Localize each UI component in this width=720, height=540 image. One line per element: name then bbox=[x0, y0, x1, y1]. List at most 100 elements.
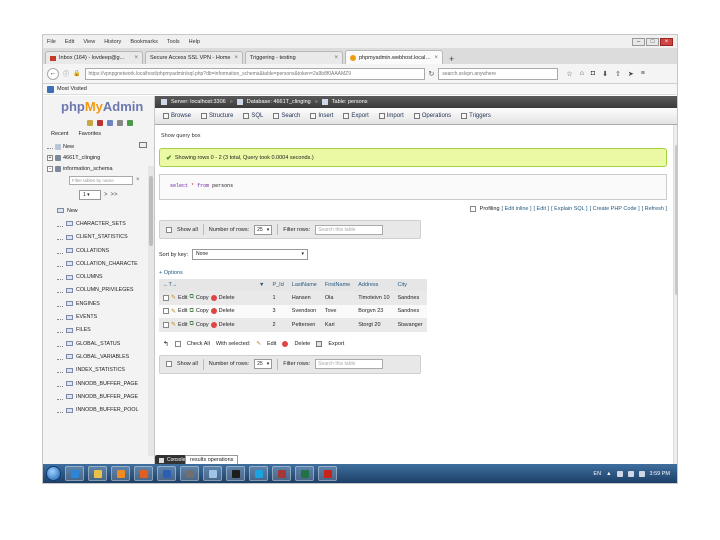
explain-sql-link[interactable]: [ Explain SQL ] bbox=[551, 206, 587, 212]
table-item[interactable]: INNODB_BUFFER_PAGE bbox=[53, 390, 154, 403]
close-tab-icon[interactable]: × bbox=[434, 55, 438, 61]
tree-item-db[interactable]: + 4661T_clinging bbox=[43, 152, 154, 163]
search-input[interactable]: search.sslvpn.anywhere bbox=[438, 67, 559, 80]
table-item[interactable]: CLIENT_STATISTICS bbox=[53, 231, 154, 244]
copy-icon[interactable]: ⧉ bbox=[190, 308, 194, 315]
tab-insert[interactable]: Insert bbox=[306, 108, 337, 125]
taskbar-app[interactable] bbox=[65, 466, 84, 481]
page-scrollbar[interactable] bbox=[673, 125, 677, 465]
table-item[interactable]: COLLATION_CHARACTE bbox=[53, 257, 154, 270]
sort-select[interactable]: None ▾ bbox=[192, 249, 309, 260]
menu-icon[interactable]: ≡ bbox=[641, 70, 645, 77]
table-item[interactable]: COLUMN_PRIVILEGES bbox=[53, 284, 154, 297]
taskbar-app[interactable] bbox=[88, 466, 107, 481]
column-header[interactable]: LastName bbox=[287, 279, 321, 291]
taskbar-app[interactable] bbox=[318, 466, 337, 481]
row-checkbox[interactable] bbox=[163, 308, 169, 315]
bulk-delete-button[interactable]: Delete bbox=[294, 341, 310, 347]
menu-edit[interactable]: Edit bbox=[65, 39, 74, 45]
menu-history[interactable]: History bbox=[104, 39, 121, 45]
back-home-icon[interactable]: ⇧ bbox=[615, 70, 621, 78]
pencil-icon[interactable]: ✎ bbox=[256, 341, 261, 347]
last-page-icon[interactable]: >> bbox=[111, 192, 118, 198]
tab-triggering[interactable]: Triggering - testing × bbox=[245, 51, 343, 64]
profiling-checkbox[interactable] bbox=[469, 206, 476, 212]
profiling-label[interactable]: Profiling bbox=[480, 206, 500, 212]
sort-arrow-header[interactable]: ▼ bbox=[255, 279, 269, 291]
table-item[interactable]: GLOBAL_VARIABLES bbox=[53, 350, 154, 363]
delete-link[interactable]: Delete bbox=[219, 308, 235, 314]
close-icon[interactable]: × bbox=[660, 37, 673, 46]
column-header[interactable]: FirstName bbox=[320, 279, 355, 291]
check-all-label[interactable]: Check All bbox=[187, 341, 210, 347]
taskbar-app[interactable] bbox=[295, 466, 314, 481]
copy-link[interactable]: Copy bbox=[196, 295, 209, 301]
recent-link[interactable]: Recent bbox=[51, 131, 68, 137]
close-tab-icon[interactable]: × bbox=[134, 55, 138, 61]
start-button[interactable] bbox=[46, 466, 61, 481]
edit-inline-link[interactable]: [ Edit inline ] bbox=[502, 206, 532, 212]
collapse-all-icon[interactable] bbox=[139, 142, 147, 150]
edit-link[interactable]: Edit bbox=[178, 308, 187, 314]
tab-triggers[interactable]: Triggers bbox=[457, 108, 495, 125]
show-all-checkbox[interactable] bbox=[166, 226, 172, 233]
home-icon[interactable] bbox=[87, 119, 93, 126]
refresh-link[interactable]: [ Refresh ] bbox=[642, 206, 667, 212]
pencil-icon[interactable]: ✎ bbox=[171, 294, 176, 301]
table-item[interactable]: COLLATIONS bbox=[53, 244, 154, 257]
send-icon[interactable]: ➤ bbox=[628, 70, 634, 78]
tab-phpmyadmin[interactable]: phpmyadmin.webhost.localhost × bbox=[345, 50, 443, 64]
volume-icon[interactable] bbox=[638, 470, 645, 477]
taskbar-app[interactable] bbox=[203, 466, 222, 481]
edit-link[interactable]: [ Edit ] bbox=[534, 206, 550, 212]
logout-icon[interactable] bbox=[97, 119, 103, 126]
show-all-label[interactable]: Show all bbox=[177, 361, 198, 367]
reload-icon[interactable] bbox=[127, 119, 133, 126]
check-all-checkbox[interactable] bbox=[174, 340, 181, 347]
language-indicator[interactable]: EN bbox=[593, 471, 601, 477]
copy-link[interactable]: Copy bbox=[196, 322, 209, 328]
column-header[interactable]: Address bbox=[354, 279, 394, 291]
tab-structure[interactable]: Structure bbox=[197, 108, 237, 125]
table-item-new[interactable]: New bbox=[53, 204, 154, 217]
rows-select[interactable]: 25 ▾ bbox=[254, 224, 273, 235]
close-tab-icon[interactable]: × bbox=[234, 55, 238, 61]
star-icon[interactable]: ☆ bbox=[566, 70, 572, 78]
show-all-label[interactable]: Show all bbox=[177, 227, 198, 233]
copy-icon[interactable]: ⧉ bbox=[190, 294, 194, 301]
bulk-edit-button[interactable]: Edit bbox=[267, 341, 276, 347]
delete-link[interactable]: Delete bbox=[219, 322, 235, 328]
copy-icon[interactable]: ⧉ bbox=[190, 321, 194, 328]
column-arrows[interactable]: ←T→ bbox=[159, 279, 255, 291]
phpmyadmin-logo[interactable]: phpMyAdmin bbox=[43, 96, 154, 118]
favorites-link[interactable]: Favorites bbox=[78, 131, 101, 137]
clear-filter-icon[interactable]: × bbox=[136, 177, 140, 183]
pencil-icon[interactable]: ✎ bbox=[171, 308, 176, 315]
info-icon[interactable]: ⓘ bbox=[63, 69, 69, 78]
network-icon[interactable] bbox=[627, 470, 634, 477]
table-item[interactable]: INDEX_STATISTICS bbox=[53, 364, 154, 377]
close-tab-icon[interactable]: × bbox=[334, 55, 338, 61]
pencil-icon[interactable]: ✎ bbox=[171, 321, 176, 328]
tab-operations[interactable]: Operations bbox=[410, 108, 455, 125]
taskbar-app[interactable] bbox=[180, 466, 199, 481]
maximize-icon[interactable]: □ bbox=[646, 37, 659, 46]
tray-arrow-icon[interactable]: ▲ bbox=[606, 471, 611, 477]
menu-file[interactable]: File bbox=[47, 39, 56, 45]
clock[interactable]: 3:59 PM bbox=[650, 471, 670, 477]
menu-help[interactable]: Help bbox=[189, 39, 200, 45]
table-item[interactable]: GLOBAL_STATUS bbox=[53, 337, 154, 350]
settings-icon[interactable] bbox=[117, 119, 123, 126]
tab-export[interactable]: Export bbox=[339, 108, 372, 125]
tree-item-new[interactable]: New bbox=[43, 141, 154, 152]
delete-link[interactable]: Delete bbox=[219, 295, 235, 301]
delete-icon[interactable] bbox=[210, 294, 217, 301]
column-header[interactable]: P_Id bbox=[268, 279, 288, 291]
flag-icon[interactable] bbox=[616, 470, 623, 477]
tree-item-info-schema[interactable]: - information_schema bbox=[43, 163, 154, 174]
menu-view[interactable]: View bbox=[83, 39, 95, 45]
scrollbar-thumb[interactable] bbox=[149, 176, 153, 246]
table-item[interactable]: CHARACTER_SETS bbox=[53, 217, 154, 230]
taskbar-app[interactable] bbox=[249, 466, 268, 481]
new-tab-icon[interactable]: + bbox=[445, 54, 458, 64]
